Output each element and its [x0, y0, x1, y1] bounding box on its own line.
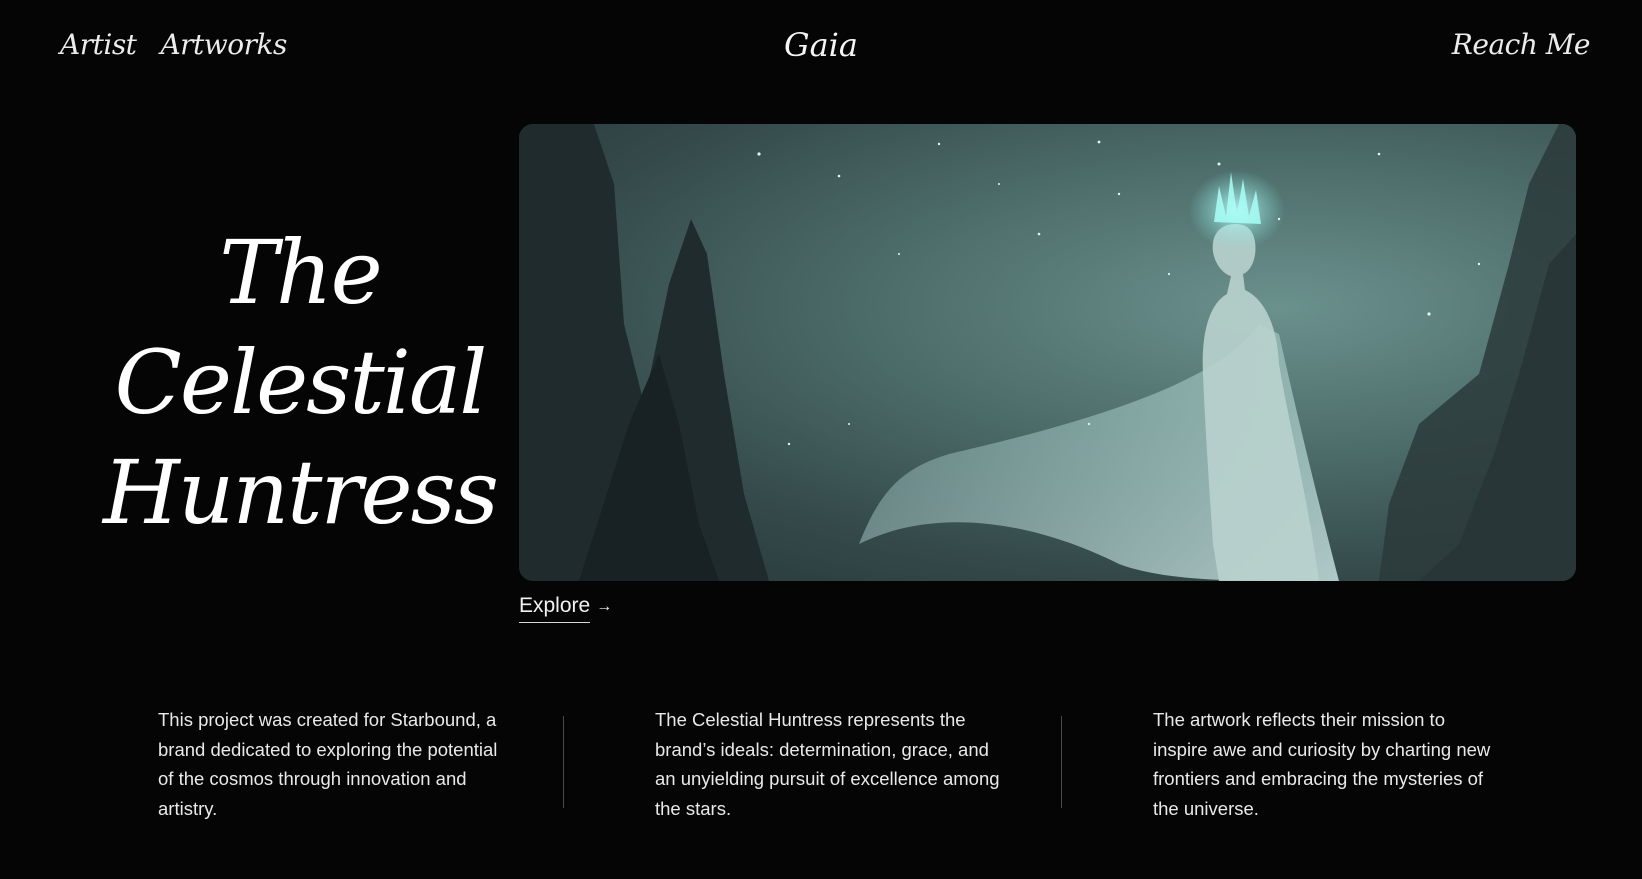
- nav-right-group: Reach Me: [1452, 28, 1591, 61]
- arrow-right-icon: →: [596, 597, 613, 615]
- artwork-image[interactable]: [519, 124, 1576, 581]
- nav-link-reach-me[interactable]: Reach Me: [1452, 28, 1591, 61]
- column-divider-1: [563, 716, 564, 808]
- hero-title-line-2: Celestial: [114, 331, 488, 434]
- hero-title-line-3: Huntress: [103, 441, 499, 544]
- explore-link[interactable]: Explore →: [519, 594, 612, 623]
- crown-glow: [1189, 170, 1285, 250]
- brand-logo[interactable]: Gaia: [0, 26, 1642, 64]
- hero-title: The Celestial Huntress: [90, 218, 510, 548]
- huntress-figure: [1202, 224, 1319, 581]
- hero-title-line-1: The: [219, 221, 382, 324]
- description-column-3: The artwork reflects their mission to in…: [1153, 709, 1491, 819]
- column-divider-2: [1061, 716, 1062, 808]
- description-column-2: The Celestial Huntress represents the br…: [655, 709, 1000, 819]
- description-column-1: This project was created for Starbound, …: [158, 709, 498, 819]
- right-far-cliff: [1379, 124, 1576, 581]
- artwork-illustration: [519, 124, 1576, 581]
- explore-label: Explore: [519, 594, 591, 623]
